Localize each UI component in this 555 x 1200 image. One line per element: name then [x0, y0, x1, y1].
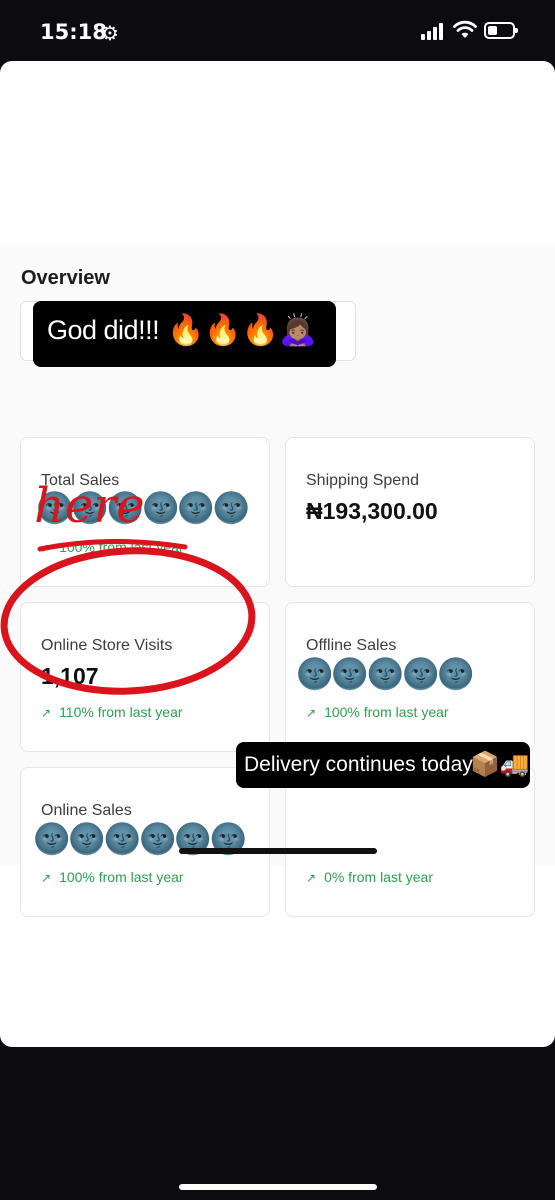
metric-delta: ↗ 100% from last year [306, 704, 449, 720]
metric-card-online-sales[interactable]: Online Sales ↗ 100% from last year 🌚🌚🌚🌚🌚🌚 [20, 767, 270, 917]
sticker-text: God did!!! [47, 315, 160, 345]
metric-label: Online Sales [41, 802, 132, 819]
status-bar: 15:18 ⚙ [0, 0, 555, 62]
metric-value: ₦193,300.00 [306, 498, 438, 524]
fire-emoji-group: 🔥🔥🔥🙇🏽‍♀️ [167, 313, 317, 348]
new-moon-face-emoji-row: 🌚🌚🌚🌚🌚 [296, 657, 475, 692]
metric-card-unlabeled[interactable]: ↗ 0% from last year [285, 767, 535, 917]
metric-delta: ↗ 0% from last year [306, 869, 433, 885]
inner-home-indicator [179, 848, 377, 854]
battery-icon [484, 22, 518, 39]
trend-up-icon: ↗ [306, 871, 317, 885]
god-did-sticker: God did!!! 🔥🔥🔥🙇🏽‍♀️ [33, 301, 336, 367]
metric-label: Offline Sales [306, 637, 397, 654]
delivery-sticker: Delivery continues today 📦🚚 [236, 742, 530, 788]
metric-label: Shipping Spend [306, 472, 419, 489]
sticker-text: Delivery continues today [244, 753, 473, 776]
story-frame: Overview ⌄ Total Sales ↗100% from last y… [0, 61, 555, 1047]
settings-icon: ⚙ [101, 21, 119, 45]
cellular-signal-icon [421, 23, 445, 40]
trend-up-icon: ↗ [41, 871, 52, 885]
home-indicator[interactable] [179, 1184, 377, 1190]
svg-text:here: here [34, 478, 145, 534]
metric-card-offline-sales[interactable]: Offline Sales ↗ 100% from last year 🌚🌚🌚🌚🌚 [285, 602, 535, 752]
trend-up-icon: ↗ [306, 706, 317, 720]
handwritten-here-annotation: here [34, 478, 145, 534]
wifi-icon [453, 20, 477, 38]
red-circle-annotation [0, 539, 256, 695]
overview-title: Overview [21, 267, 110, 289]
package-truck-emoji: 📦🚚 [470, 750, 530, 778]
status-time: 15:18 [40, 20, 107, 44]
metric-delta: ↗ 100% from last year [41, 869, 184, 885]
metric-card-shipping-spend[interactable]: Shipping Spend ₦193,300.00 [285, 437, 535, 587]
